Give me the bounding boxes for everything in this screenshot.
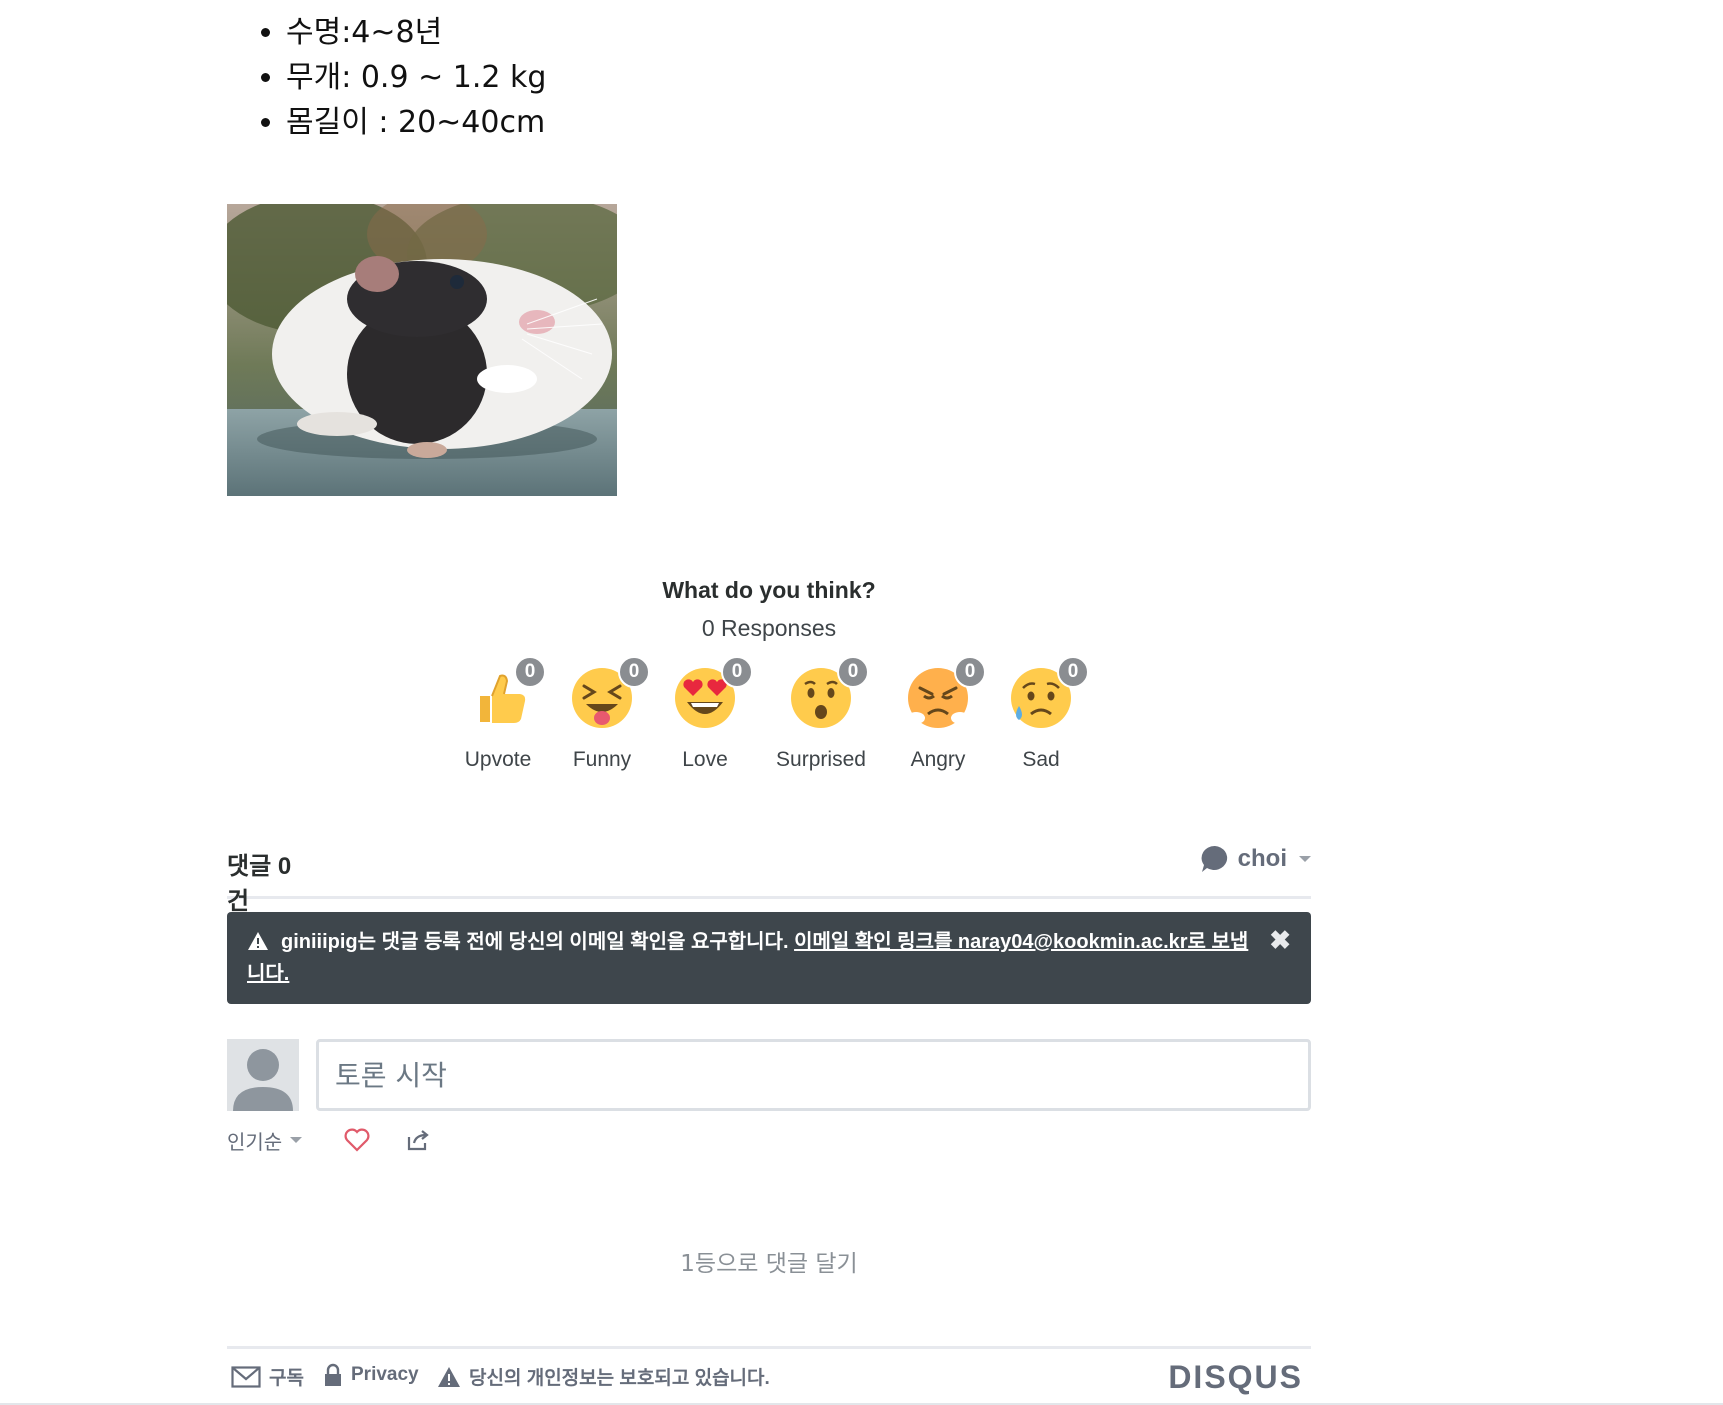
sort-dropdown[interactable]: 인기순 xyxy=(227,1126,303,1155)
reaction-sad-label: Sad xyxy=(1022,748,1060,771)
reactions-count: 0 Responses xyxy=(701,615,837,641)
reactions-row: 0 Upvote 0 Funny 0 Love 0 Surprised 0 An… xyxy=(227,656,1311,816)
sort-toolbar: 인기순 xyxy=(227,1122,430,1158)
reaction-funny-count: 0 xyxy=(618,656,650,688)
privacy-notice: 당신의 개인정보는 보호되고 있습니다. xyxy=(437,1363,770,1390)
close-icon[interactable]: ✖ xyxy=(1269,924,1291,956)
reaction-upvote[interactable]: 0 Upvote xyxy=(443,656,553,806)
first-comment-prompt: 1등으로 댓글 달기 xyxy=(680,1251,858,1277)
reaction-surprised[interactable]: 0 Surprised xyxy=(766,656,876,806)
chevron-down-icon xyxy=(290,1137,303,1143)
disqus-logo[interactable]: DISQUS xyxy=(1168,1359,1303,1396)
reaction-upvote-label: Upvote xyxy=(464,748,532,771)
reaction-upvote-count: 0 xyxy=(514,656,546,688)
sort-label: 인기순 xyxy=(227,1129,283,1154)
email-verification-alert: giniiipig는 댓글 등록 전에 당신의 이메일 확인을 요구합니다. 이… xyxy=(227,912,1311,1004)
facts-list: 수명:4~8년 무개: 0.9 ~ 1.2 kg 몸길이 : 20~40cm xyxy=(230,10,546,145)
fact-length: 몸길이 : 20~40cm xyxy=(286,100,546,145)
speech-bubble-icon xyxy=(1201,845,1227,872)
privacy-link[interactable]: Privacy xyxy=(323,1363,419,1387)
reaction-funny-label: Funny xyxy=(572,748,632,771)
lock-icon xyxy=(325,1363,341,1386)
reaction-angry-label: Angry xyxy=(910,748,966,771)
reaction-funny[interactable]: 0 Funny xyxy=(547,656,657,806)
reaction-sad-count: 0 xyxy=(1057,656,1089,688)
angry-face-icon: 0 xyxy=(906,656,986,730)
fact-weight: 무개: 0.9 ~ 1.2 kg xyxy=(286,55,546,100)
reactions-panel: What do you think? 0 Responses 0 Upvote xyxy=(227,572,1311,816)
reaction-sad[interactable]: 0 Sad xyxy=(986,656,1096,806)
reaction-surprised-label: Surprised xyxy=(776,748,866,771)
surprised-face-icon: 0 xyxy=(789,656,869,730)
heart-eyes-icon: 0 xyxy=(673,656,753,730)
user-name: choi xyxy=(1237,845,1287,872)
avatar xyxy=(227,1039,299,1111)
reactions-title: What do you think? xyxy=(662,577,876,603)
comment-input[interactable] xyxy=(316,1039,1311,1111)
heart-icon[interactable] xyxy=(344,1128,370,1152)
subscribe-label: 구독 xyxy=(269,1368,304,1389)
user-menu[interactable]: choi xyxy=(1200,844,1311,874)
comments-header: 댓글 0건 choi xyxy=(227,840,1311,938)
reaction-love-count: 0 xyxy=(721,656,753,688)
fact-lifespan: 수명:4~8년 xyxy=(286,10,546,55)
warning-icon xyxy=(248,932,268,950)
chevron-down-icon xyxy=(1299,856,1311,862)
privacy-notice-text: 당신의 개인정보는 보호되고 있습니다. xyxy=(469,1368,770,1389)
share-icon[interactable] xyxy=(406,1129,430,1151)
thumbs-up-icon: 0 xyxy=(466,656,546,730)
reaction-love-label: Love xyxy=(682,748,728,771)
guinea-pig-image xyxy=(227,204,617,496)
envelope-icon xyxy=(231,1365,261,1388)
reaction-surprised-count: 0 xyxy=(837,656,869,688)
reaction-angry-count: 0 xyxy=(954,656,986,688)
privacy-label: Privacy xyxy=(351,1364,419,1385)
page: 수명:4~8년 무개: 0.9 ~ 1.2 kg 몸길이 : 20~40cm xyxy=(0,0,1723,1405)
reaction-angry[interactable]: 0 Angry xyxy=(883,656,993,806)
sad-face-icon: 0 xyxy=(1009,656,1089,730)
alert-message: giniiipig는 댓글 등록 전에 당신의 이메일 확인을 요구합니다. xyxy=(281,931,795,953)
reaction-love[interactable]: 0 Love xyxy=(650,656,760,806)
warning-icon xyxy=(438,1366,460,1387)
footer: 구독 Privacy 당신의 개인정보는 보호되고 있습니다. DISQUS xyxy=(227,1346,1311,1399)
laughing-face-icon: 0 xyxy=(570,656,650,730)
subscribe-link[interactable]: 구독 xyxy=(231,1363,304,1390)
